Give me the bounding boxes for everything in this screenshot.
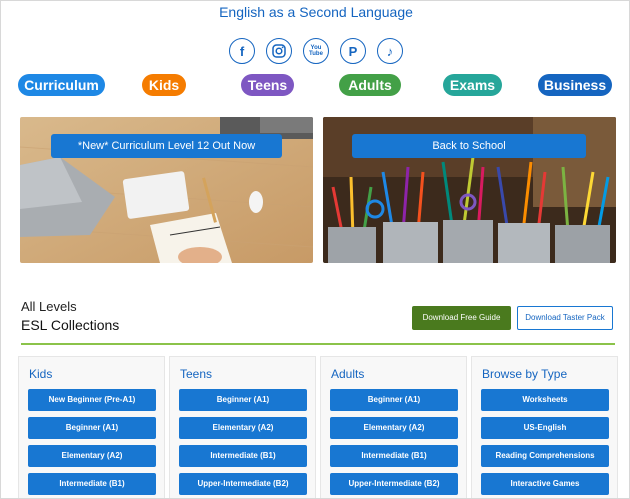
teens-level-button[interactable]: Beginner (A1) <box>179 389 307 411</box>
download-free-guide-button[interactable]: Download Free Guide <box>412 306 511 330</box>
download-taster-pack-button[interactable]: Download Taster Pack <box>517 306 613 330</box>
nav-kids[interactable]: Kids <box>142 74 186 96</box>
nav-business[interactable]: Business <box>538 74 612 96</box>
nav-adults[interactable]: Adults <box>339 74 401 96</box>
collections-title: ESL Collections <box>21 317 120 333</box>
teens-level-button[interactable]: Intermediate (B1) <box>179 445 307 467</box>
social-links: f You Tube P ♪ <box>1 38 629 64</box>
instagram-icon[interactable] <box>266 38 292 64</box>
column-adults: Adults Beginner (A1) Elementary (A2) Int… <box>320 356 467 498</box>
kids-level-button[interactable]: Beginner (A1) <box>28 417 156 439</box>
teens-level-button[interactable]: Upper-Intermediate (B2) <box>179 473 307 495</box>
adults-level-button[interactable]: Elementary (A2) <box>330 417 458 439</box>
youtube-icon[interactable]: You Tube <box>303 38 329 64</box>
adults-level-button[interactable]: Upper-Intermediate (B2) <box>330 473 458 495</box>
column-heading: Kids <box>29 367 53 381</box>
kids-level-button[interactable]: Intermediate (B1) <box>28 473 156 495</box>
nav-teens[interactable]: Teens <box>241 74 294 96</box>
kids-level-button[interactable]: Elementary (A2) <box>28 445 156 467</box>
adults-level-button[interactable]: Intermediate (B1) <box>330 445 458 467</box>
kids-level-button[interactable]: New Beginner (Pre-A1) <box>28 389 156 411</box>
column-teens: Teens Beginner (A1) Elementary (A2) Inte… <box>169 356 316 498</box>
banner-back-to-school-button[interactable]: Back to School <box>352 134 586 158</box>
type-button[interactable]: US-English <box>481 417 609 439</box>
column-browse-by-type: Browse by Type Worksheets US-English Rea… <box>471 356 618 498</box>
nav-exams[interactable]: Exams <box>443 74 502 96</box>
collections-level-label: All Levels <box>21 299 77 314</box>
page-frame: English as a Second Language f You Tube … <box>0 0 630 499</box>
category-nav: Curriculum Kids Teens Adults Exams Busin… <box>18 74 614 96</box>
column-heading: Adults <box>331 367 365 381</box>
section-divider <box>21 343 615 345</box>
nav-curriculum[interactable]: Curriculum <box>18 74 105 96</box>
type-button[interactable]: Worksheets <box>481 389 609 411</box>
column-heading: Teens <box>180 367 213 381</box>
banner-back-to-school[interactable]: Back to School <box>323 117 616 263</box>
facebook-icon[interactable]: f <box>229 38 255 64</box>
column-kids: Kids New Beginner (Pre-A1) Beginner (A1)… <box>18 356 165 498</box>
site-title[interactable]: English as a Second Language <box>1 4 629 20</box>
teens-level-button[interactable]: Elementary (A2) <box>179 417 307 439</box>
type-button[interactable]: Interactive Games <box>481 473 609 495</box>
pinterest-icon[interactable]: P <box>340 38 366 64</box>
banner-curriculum-button[interactable]: *New* Curriculum Level 12 Out Now <box>51 134 282 158</box>
tiktok-icon[interactable]: ♪ <box>377 38 403 64</box>
column-heading: Browse by Type <box>482 367 568 381</box>
banner-curriculum[interactable]: *New* Curriculum Level 12 Out Now <box>20 117 313 263</box>
type-button[interactable]: Reading Comprehensions <box>481 445 609 467</box>
adults-level-button[interactable]: Beginner (A1) <box>330 389 458 411</box>
